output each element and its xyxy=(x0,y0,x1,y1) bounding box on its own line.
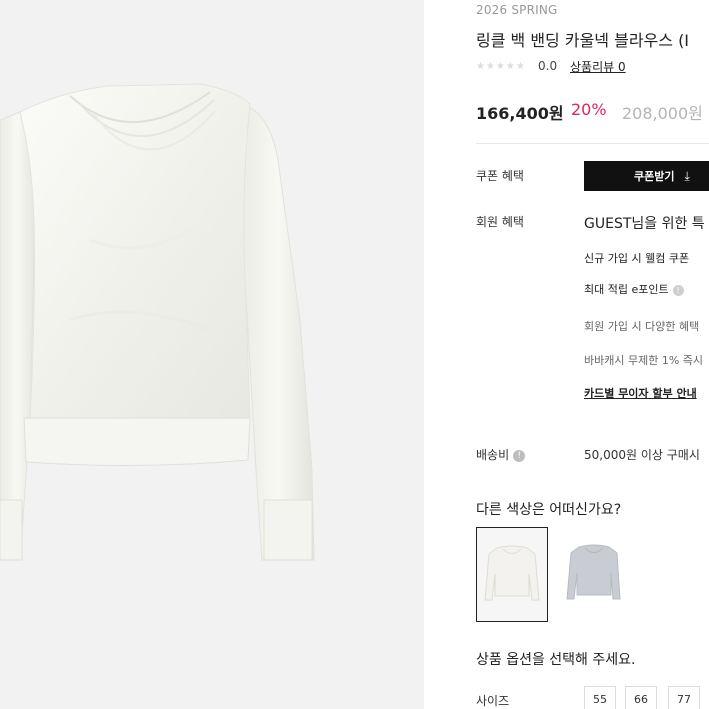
rating-stars: ★★★★★ xyxy=(476,61,526,72)
member-headline: GUEST님을 위한 특 xyxy=(584,216,705,232)
info-icon[interactable]: ! xyxy=(672,285,684,296)
benefit-max-points[interactable]: 최대 적립 e포인트! xyxy=(584,281,684,297)
shipping-text: 50,000원 이상 구매시 xyxy=(584,448,700,462)
size-option-55[interactable]: 55 xyxy=(584,686,616,709)
rating-value: 0.0 xyxy=(538,59,558,73)
member-benefit-label: 회원 혜택 xyxy=(476,215,524,229)
coupon-label: 쿠폰 혜택 xyxy=(476,169,524,183)
discount-rate: 20% xyxy=(571,100,607,119)
benefit-max-points-text: 최대 적립 e포인트 xyxy=(584,283,669,296)
blouse-illustration xyxy=(0,83,315,561)
card-installment-link[interactable]: 카드별 무이자 할부 안내 xyxy=(584,385,697,401)
size-label: 사이즈 xyxy=(476,694,510,708)
option-question: 상품 옵션을 선택해 주세요. xyxy=(476,652,636,668)
review-link[interactable]: 상품리뷰 0 xyxy=(570,58,626,75)
coupon-download-button[interactable]: 쿠폰받기 ⤓ xyxy=(584,161,709,191)
benefit-welcome-coupon[interactable]: 신규 가입 시 웰컴 쿠폰 xyxy=(584,250,689,266)
color-question: 다른 색상은 어떠신가요? xyxy=(476,502,622,518)
sale-price: 166,400원 xyxy=(476,104,564,123)
size-option-66[interactable]: 66 xyxy=(625,686,657,709)
color-swatch-ivory[interactable] xyxy=(476,527,548,622)
gray-blouse-thumb xyxy=(566,544,621,600)
product-image[interactable] xyxy=(0,0,424,709)
shipping-label-text: 배송비 xyxy=(476,448,510,462)
download-icon: ⤓ xyxy=(684,168,690,183)
original-price: 208,000원 xyxy=(622,104,703,123)
product-info-panel: 2026 SPRING 링클 백 밴딩 카울넥 블라우스 (I ★★★★★ 0.… xyxy=(424,0,709,709)
color-swatch-gray[interactable] xyxy=(557,527,629,622)
size-option-77[interactable]: 77 xyxy=(668,686,700,709)
benefit-babacash: 바바캐시 무제한 1% 즉시 xyxy=(584,354,704,367)
shipping-label: 배송비! xyxy=(476,446,526,463)
benefit-signup: 회원 가입 시 다양한 혜택 xyxy=(584,320,700,333)
info-icon[interactable]: ! xyxy=(513,450,526,462)
product-title: 링클 백 밴딩 카울넥 블라우스 (I xyxy=(476,31,690,50)
ivory-blouse-thumb xyxy=(484,545,540,601)
divider xyxy=(476,143,709,144)
season-label: 2026 SPRING xyxy=(476,3,558,17)
coupon-button-label: 쿠폰받기 xyxy=(634,170,675,183)
